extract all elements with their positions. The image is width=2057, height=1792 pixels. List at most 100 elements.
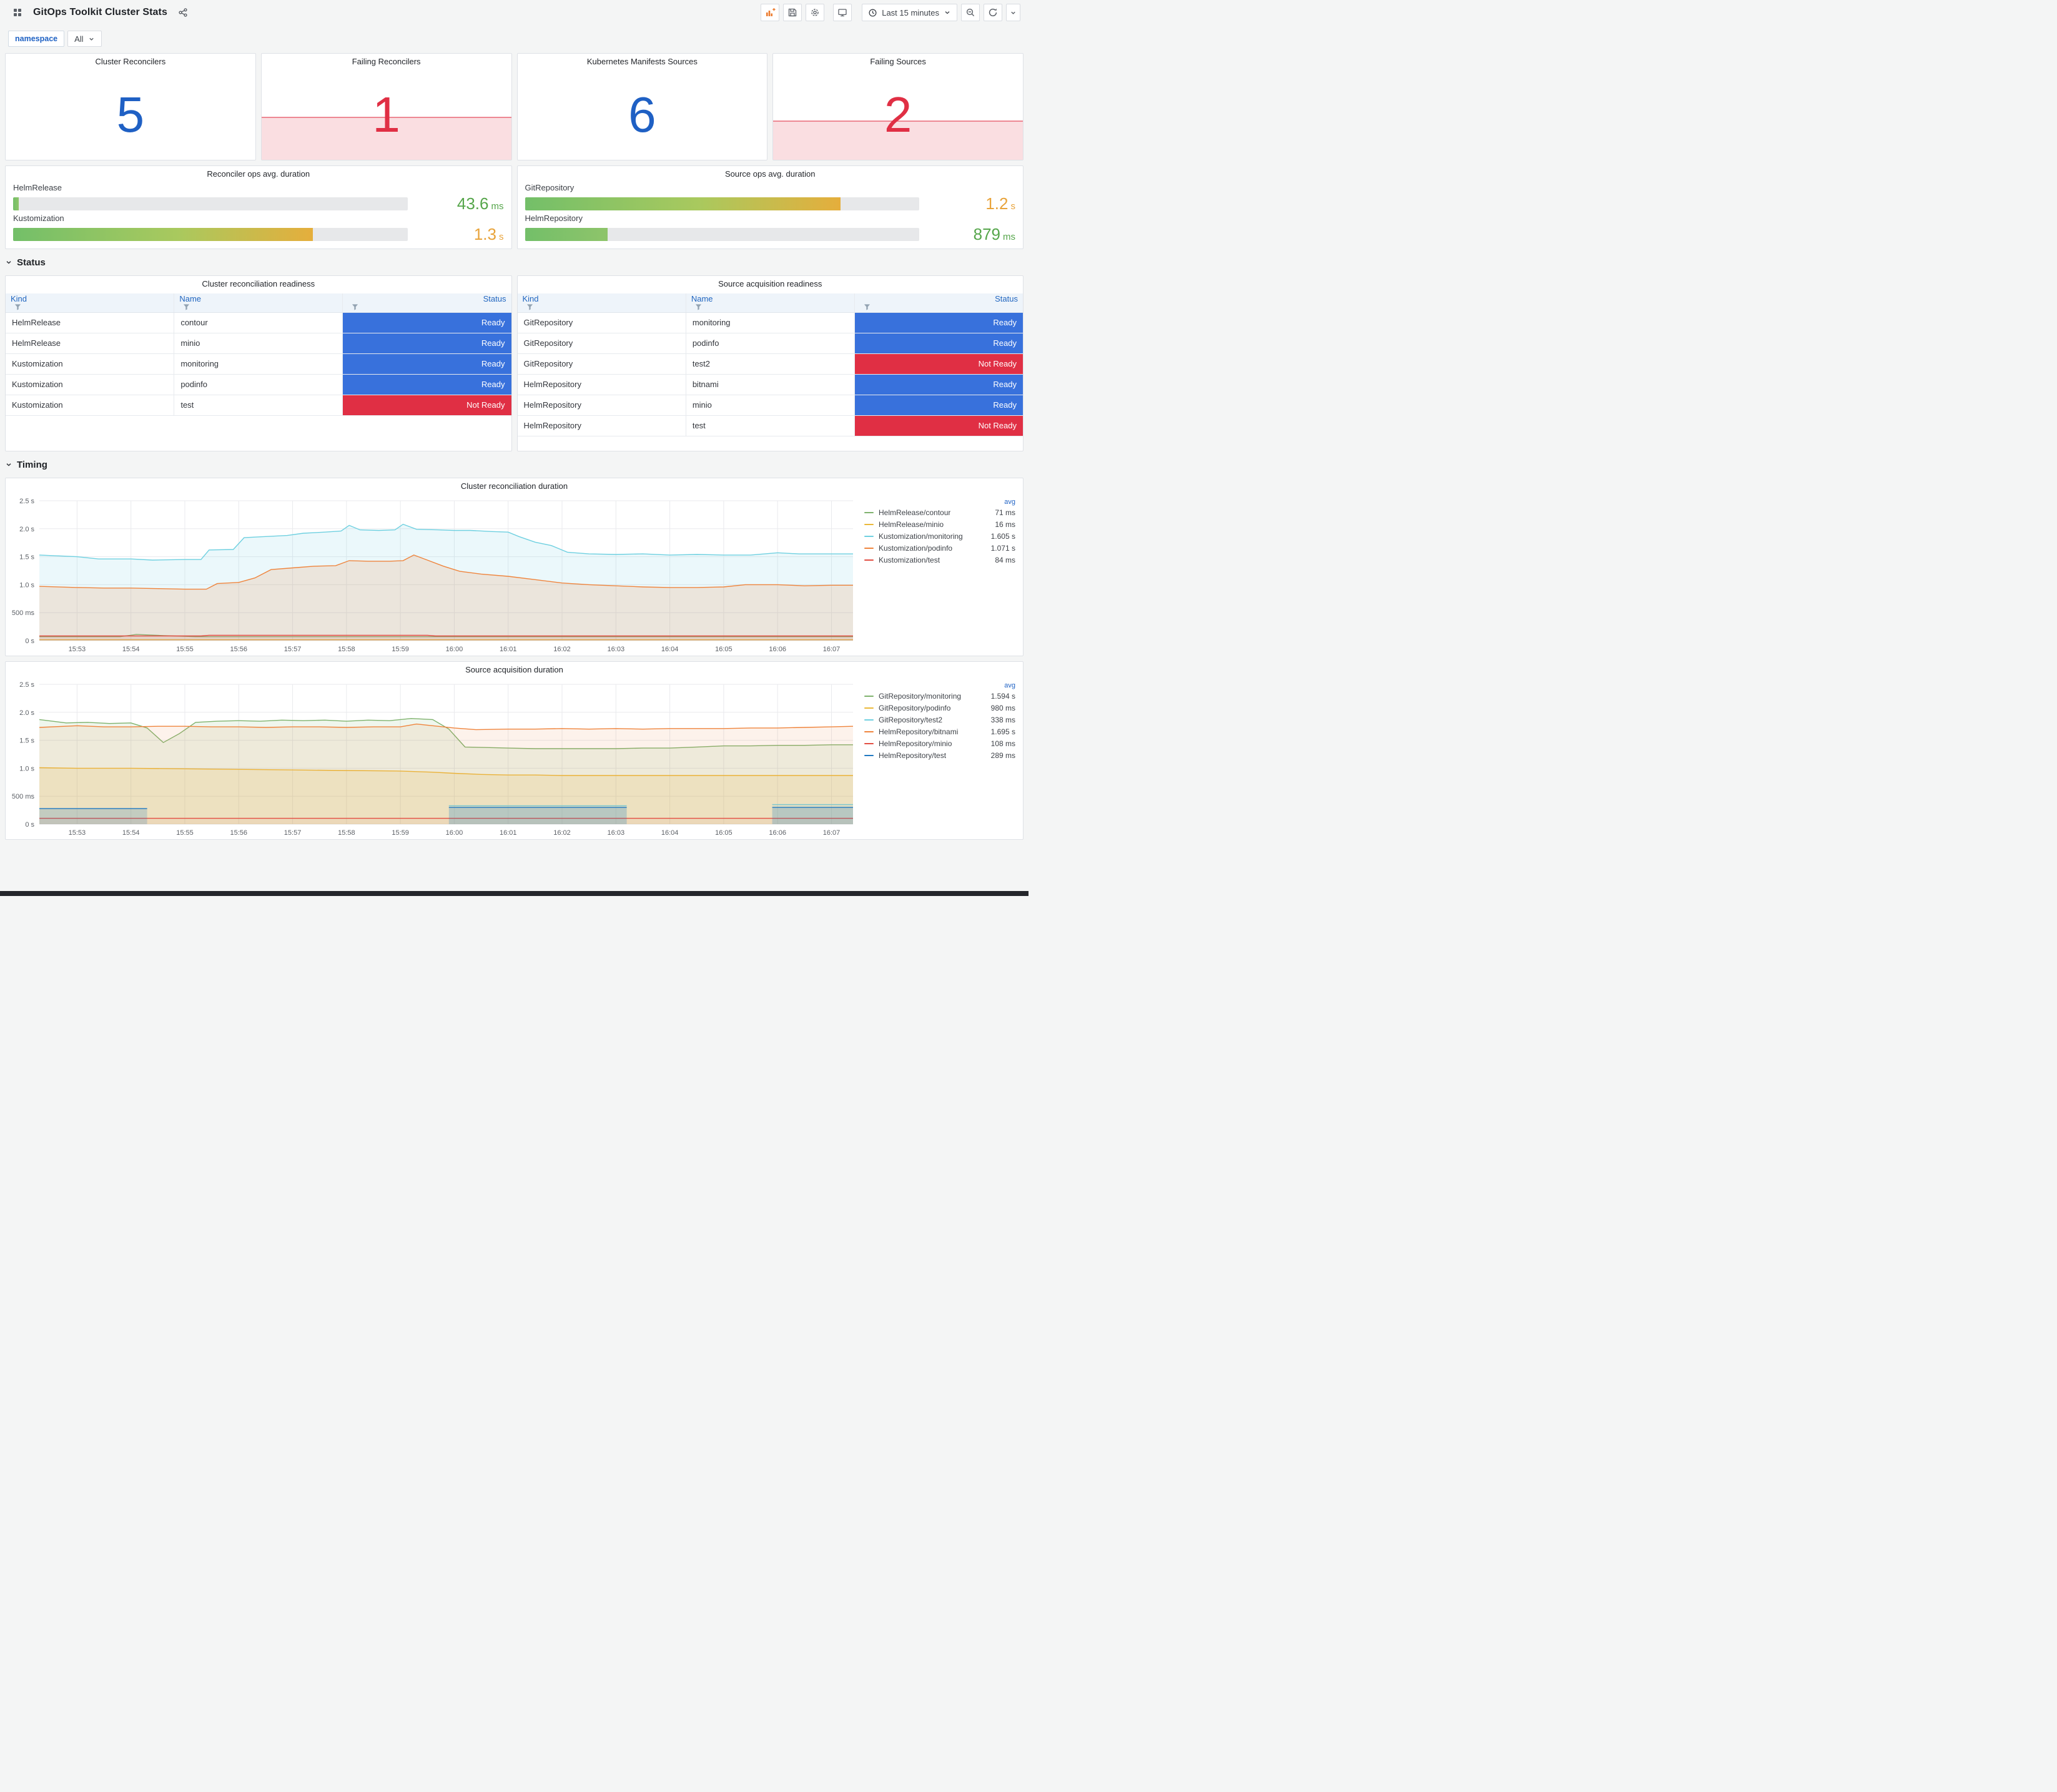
status-cell: Ready bbox=[342, 374, 511, 395]
legend-item[interactable]: HelmRepository/minio 108 ms bbox=[864, 737, 1015, 749]
panel-title[interactable]: Failing Reconcilers bbox=[262, 54, 511, 70]
panel-title[interactable]: Cluster reconciliation readiness bbox=[6, 276, 511, 292]
column-header-status[interactable]: Status bbox=[854, 293, 1023, 313]
clock-icon bbox=[868, 8, 877, 17]
cell-name: monitoring bbox=[174, 353, 343, 375]
column-header-status[interactable]: Status bbox=[342, 293, 511, 313]
status-cell: Ready bbox=[342, 333, 511, 354]
gauge-value: 1.2 s bbox=[985, 194, 1015, 213]
share-icon[interactable] bbox=[174, 4, 192, 21]
filter-icon[interactable] bbox=[14, 303, 21, 311]
series-avg-value: 71 ms bbox=[995, 508, 1015, 517]
panel-title[interactable]: Reconciler ops avg. duration bbox=[6, 166, 511, 182]
cell-kind: HelmRepository bbox=[517, 415, 686, 436]
series-name: HelmRepository/test bbox=[879, 751, 947, 760]
legend-item[interactable]: GitRepository/test2 338 ms bbox=[864, 714, 1015, 726]
svg-text:16:04: 16:04 bbox=[661, 829, 679, 837]
series-name: GitRepository/test2 bbox=[879, 715, 943, 724]
dashboard-title: GitOps Toolkit Cluster Stats bbox=[33, 7, 167, 17]
panel-title[interactable]: Cluster Reconcilers bbox=[6, 54, 255, 70]
cell-name: podinfo bbox=[174, 374, 343, 395]
timeseries-panel-source-acquisition-duration: Source acquisition duration 15:53 15:54 15… bbox=[5, 661, 1024, 840]
variable-namespace-value: All bbox=[74, 34, 84, 44]
refresh-interval-dropdown[interactable] bbox=[1006, 4, 1020, 21]
gauge-fill bbox=[13, 228, 313, 242]
table-row: HelmRelease contour Ready bbox=[6, 312, 511, 333]
svg-text:15:57: 15:57 bbox=[284, 646, 302, 653]
filter-icon[interactable] bbox=[695, 303, 702, 311]
filter-icon[interactable] bbox=[864, 303, 871, 311]
gauge-panel-reconciler-ops: Reconciler ops avg. duration HelmRelease… bbox=[5, 165, 512, 249]
panel-title[interactable]: Source acquisition readiness bbox=[518, 276, 1024, 292]
svg-text:2.5 s: 2.5 s bbox=[19, 681, 34, 689]
zoom-out-button[interactable] bbox=[961, 4, 980, 21]
legend-item[interactable]: HelmRelease/contour 71 ms bbox=[864, 506, 1015, 518]
panel-title[interactable]: Cluster reconciliation duration bbox=[6, 478, 1023, 495]
tv-mode-button[interactable] bbox=[833, 4, 852, 21]
legend-item[interactable]: HelmRepository/test 289 ms bbox=[864, 749, 1015, 761]
svg-text:1.0 s: 1.0 s bbox=[19, 765, 34, 772]
legend-item[interactable]: Kustomization/test 84 ms bbox=[864, 554, 1015, 566]
svg-text:16:07: 16:07 bbox=[823, 829, 841, 837]
panel-title[interactable]: Source ops avg. duration bbox=[518, 166, 1024, 182]
series-color-swatch bbox=[864, 511, 874, 513]
svg-text:0 s: 0 s bbox=[25, 638, 34, 645]
plot-area[interactable]: 15:53 15:54 15:55 15:56 15:57 15:58 15:59 16:00… bbox=[6, 495, 862, 656]
column-header-name[interactable]: Name bbox=[174, 293, 343, 313]
legend-avg-header: avg bbox=[1004, 681, 1015, 689]
column-header-kind[interactable]: Kind bbox=[6, 293, 174, 313]
filter-icon[interactable] bbox=[352, 303, 358, 311]
filter-icon[interactable] bbox=[526, 303, 533, 311]
cell-name: contour bbox=[174, 312, 343, 333]
section-timing[interactable]: Timing bbox=[5, 456, 1024, 473]
save-dashboard-button[interactable] bbox=[783, 4, 802, 21]
table-row: GitRepository podinfo Ready bbox=[517, 333, 1023, 354]
series-color-swatch bbox=[864, 754, 874, 756]
column-header-kind[interactable]: Kind bbox=[517, 293, 686, 313]
svg-text:16:02: 16:02 bbox=[553, 646, 571, 653]
series-name: Kustomization/monitoring bbox=[879, 531, 963, 541]
time-range-picker[interactable]: Last 15 minutes bbox=[862, 4, 957, 21]
series-avg-value: 980 ms bbox=[990, 703, 1015, 712]
section-status[interactable]: Status bbox=[5, 254, 1024, 270]
legend-item[interactable]: HelmRelease/minio 16 ms bbox=[864, 518, 1015, 530]
gauge-label: HelmRelease bbox=[13, 182, 62, 192]
add-panel-button[interactable] bbox=[761, 4, 780, 21]
svg-text:16:05: 16:05 bbox=[715, 829, 733, 837]
legend-item[interactable]: HelmRepository/bitnami 1.695 s bbox=[864, 726, 1015, 737]
column-header-name[interactable]: Name bbox=[685, 293, 855, 313]
svg-text:15:55: 15:55 bbox=[176, 646, 194, 653]
variable-namespace-picker[interactable]: All bbox=[67, 31, 102, 47]
gauge-row: HelmRelease 43.6 ms bbox=[13, 183, 504, 214]
refresh-button[interactable] bbox=[984, 4, 1002, 21]
gauge-row: Kustomization 1.3 s bbox=[13, 214, 504, 244]
series-color-swatch bbox=[864, 523, 874, 525]
filter-icon[interactable] bbox=[183, 303, 190, 311]
legend-item[interactable]: GitRepository/podinfo 980 ms bbox=[864, 702, 1015, 714]
panel-title[interactable]: Failing Sources bbox=[773, 54, 1023, 70]
gauge-label: GitRepository bbox=[525, 182, 575, 192]
legend-item[interactable]: GitRepository/monitoring 1.594 s bbox=[864, 690, 1015, 702]
cell-name: minio bbox=[174, 333, 343, 354]
apps-grid-icon[interactable] bbox=[8, 4, 27, 21]
series-name: GitRepository/podinfo bbox=[879, 703, 951, 712]
panel-title[interactable]: Source acquisition duration bbox=[6, 662, 1023, 678]
gauge-value: 43.6 ms bbox=[456, 194, 504, 213]
legend-item[interactable]: Kustomization/monitoring 1.605 s bbox=[864, 530, 1015, 542]
svg-text:15:59: 15:59 bbox=[392, 646, 409, 653]
gauge-row: HelmRepository 879 ms bbox=[525, 214, 1015, 244]
gauge-label: HelmRepository bbox=[525, 214, 583, 224]
status-cell: Ready bbox=[854, 312, 1023, 333]
status-cell: Ready bbox=[342, 312, 511, 333]
cell-kind: GitRepository bbox=[517, 312, 686, 333]
stat-value: 2 bbox=[884, 87, 912, 142]
series-avg-value: 1.594 s bbox=[990, 691, 1015, 701]
legend-item[interactable]: Kustomization/podinfo 1.071 s bbox=[864, 542, 1015, 554]
stat-panels-row: Cluster Reconcilers 5 Failing Reconciler… bbox=[5, 53, 1024, 160]
stat-panel-failing-sources: Failing Sources 2 bbox=[772, 53, 1024, 160]
svg-text:16:00: 16:00 bbox=[446, 646, 463, 653]
series-name: HelmRelease/minio bbox=[879, 519, 944, 529]
plot-area[interactable]: 15:53 15:54 15:55 15:56 15:57 15:58 15:59 16:00… bbox=[6, 678, 862, 839]
dashboard-settings-button[interactable] bbox=[806, 4, 825, 21]
panel-title[interactable]: Kubernetes Manifests Sources bbox=[518, 54, 767, 70]
